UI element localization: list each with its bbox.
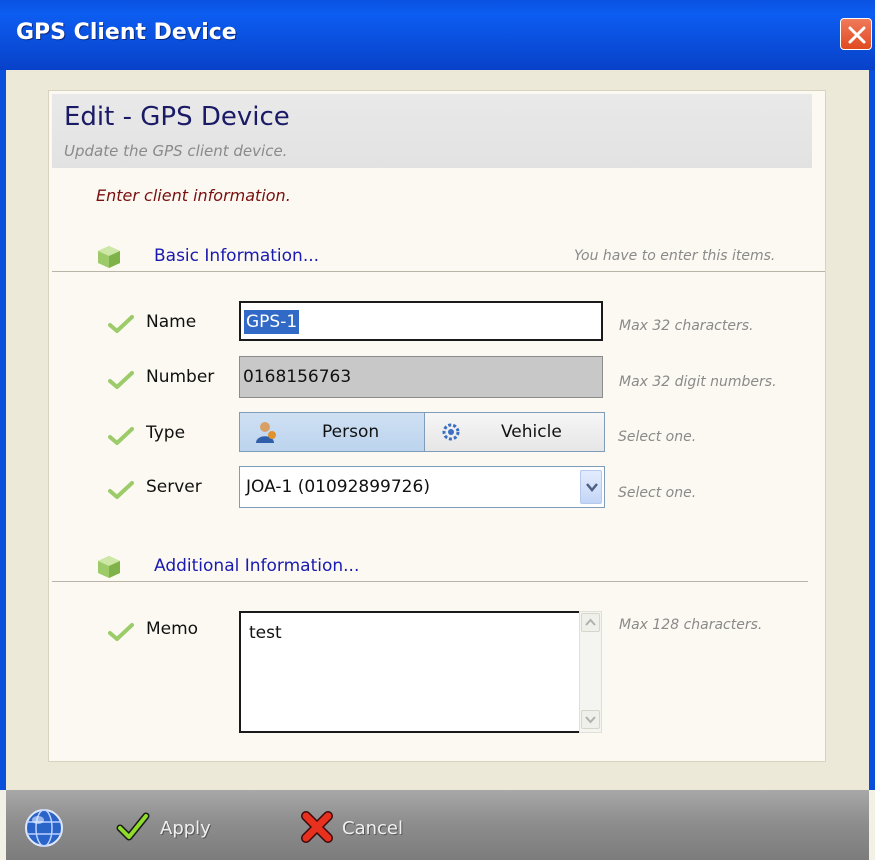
instruction-text: Enter client information. [96,186,291,205]
server-select[interactable]: JOA-1 (01092899726) [239,466,605,508]
chevron-down-icon [585,716,596,724]
number-hint: Max 32 digit numbers. [619,374,777,390]
type-hint: Select one. [618,429,697,445]
server-select-value: JOA-1 (01092899726) [246,477,430,497]
checkmark-icon [108,427,134,445]
server-dropdown-button[interactable] [580,470,602,504]
apply-button[interactable]: Apply [116,806,236,850]
x-icon [301,811,333,843]
number-label: Number [146,367,215,387]
name-label: Name [146,312,197,332]
name-input[interactable]: GPS-1 [239,301,603,341]
type-option-person[interactable]: Person [240,413,425,451]
title-bar[interactable]: GPS Client Device [0,0,875,70]
close-icon [848,26,866,44]
close-button[interactable] [840,18,872,50]
person-icon [256,422,276,443]
checkmark-icon [108,315,134,333]
memo-textarea[interactable]: test [239,611,602,733]
scroll-up-button[interactable] [581,613,600,632]
gear-icon [442,423,460,441]
type-toggle-group: Person Vehicle [239,412,605,452]
cube-icon [98,556,120,578]
cancel-label: Cancel [342,818,403,839]
type-option-vehicle-label: Vehicle [501,422,562,442]
apply-label: Apply [160,818,211,839]
memo-hint: Max 128 characters. [619,617,763,633]
name-hint: Max 32 characters. [619,318,754,334]
globe-icon [25,809,63,847]
type-option-vehicle[interactable]: Vehicle [425,413,604,451]
section-basic-hint: You have to enter this items. [574,248,776,264]
scroll-down-button[interactable] [581,710,600,729]
server-hint: Select one. [618,485,697,501]
page-title: Edit - GPS Device [64,102,290,132]
name-input-value: GPS-1 [244,310,300,334]
memo-label: Memo [146,619,199,639]
section-additional-information: Additional Information... [154,556,360,576]
section-divider [52,581,808,582]
chevron-up-icon [585,618,596,626]
checkmark-icon [108,623,134,641]
checkmark-icon [108,371,134,389]
cancel-button[interactable]: Cancel [300,806,430,850]
window-title: GPS Client Device [16,20,237,45]
number-input[interactable]: 0168156763 [239,356,603,398]
page-subtitle: Update the GPS client device. [64,142,288,160]
type-option-person-label: Person [322,422,380,442]
chevron-down-icon [586,483,598,492]
window-border-right [869,70,875,790]
checkmark-icon [116,812,150,841]
section-basic-information: Basic Information... [154,246,320,266]
checkmark-icon [108,481,134,499]
section-divider [52,271,825,272]
cube-icon [98,246,120,268]
type-label: Type [146,423,186,443]
memo-scrollbar[interactable] [579,611,602,733]
server-label: Server [146,477,202,497]
